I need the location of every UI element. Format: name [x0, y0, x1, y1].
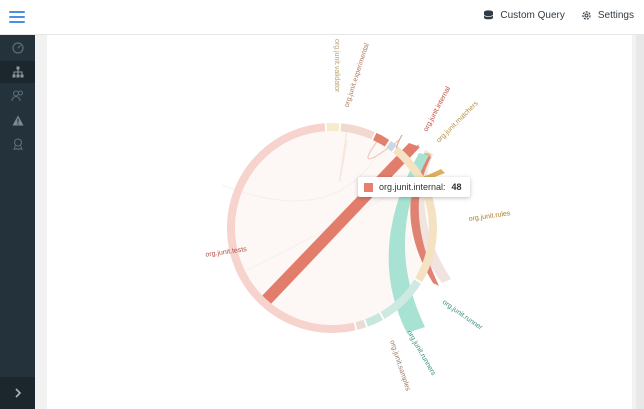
users-icon — [11, 90, 23, 102]
top-actions: Custom Query Settings — [483, 10, 634, 21]
sidebar-item-hierarchy[interactable] — [0, 61, 35, 83]
sidebar-item-warnings[interactable] — [0, 109, 35, 131]
hierarchy-icon — [12, 66, 23, 78]
custom-query-label: Custom Query — [500, 10, 565, 21]
database-icon — [483, 10, 494, 21]
gear-icon — [581, 10, 592, 21]
menu-hamburger-icon[interactable] — [9, 11, 25, 24]
main-area: org.junit.validator org.junit.experimenta… — [35, 35, 644, 409]
chord-tooltip: org.junit.internal: 48 — [358, 177, 470, 197]
chord-label-1: org.junit.validator — [333, 39, 340, 93]
chord-label-7: org.junit.runners — [405, 330, 437, 378]
sidebar-item-dashboard[interactable] — [0, 37, 35, 59]
chord-label-5: org.junit.rules — [468, 210, 511, 223]
tooltip-value: 48 — [451, 182, 462, 192]
vertical-scrollbar[interactable] — [636, 35, 644, 409]
custom-query-button[interactable]: Custom Query — [483, 10, 565, 21]
sidebar-expand-button[interactable] — [0, 377, 35, 409]
award-icon — [12, 138, 23, 150]
settings-button[interactable]: Settings — [581, 10, 634, 21]
warning-icon — [12, 115, 23, 125]
tooltip-label: org.junit.internal: — [379, 182, 446, 192]
chord-label-8: org.junit.samples — [388, 339, 411, 392]
top-bar: Custom Query Settings — [0, 0, 644, 35]
chevron-right-icon — [14, 388, 21, 398]
sidebar — [0, 35, 35, 409]
chord-diagram: org.junit.validator org.junit.experimenta… — [205, 39, 511, 392]
sidebar-item-awards[interactable] — [0, 133, 35, 155]
chord-label-6: org.junit.runner — [441, 299, 484, 332]
chord-arc-1 — [326, 122, 340, 132]
chord-diagram-panel: org.junit.validator org.junit.experimenta… — [47, 35, 632, 409]
chord-label-2: org.junit.experimental — [344, 42, 371, 108]
sidebar-item-users[interactable] — [0, 85, 35, 107]
tooltip-swatch — [364, 182, 373, 192]
dashboard-gauge-icon — [11, 42, 24, 54]
settings-label: Settings — [597, 10, 634, 21]
